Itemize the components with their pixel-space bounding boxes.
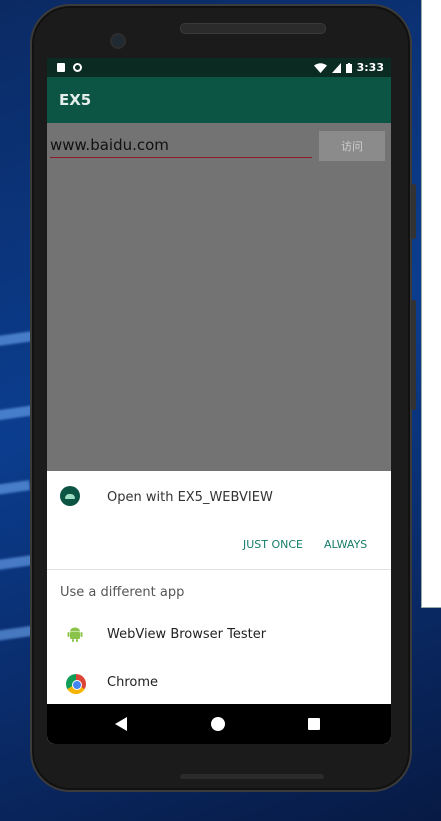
android-app-icon: [60, 486, 80, 506]
app-option-label: Chrome: [107, 675, 158, 690]
status-time: 3:33: [356, 61, 384, 74]
sd-card-icon: [57, 63, 65, 72]
recent-apps-icon[interactable]: [308, 718, 320, 730]
phone-screen: 3:33 EX5 访问 Open with EX5_WEBVIEW JUST O…: [47, 58, 391, 744]
chrome-icon: [66, 674, 86, 694]
home-icon[interactable]: [211, 717, 225, 731]
battery-icon: [345, 62, 352, 73]
always-button[interactable]: ALWAYS: [324, 538, 367, 551]
different-app-label: Use a different app: [60, 584, 185, 600]
emulator-side-panel: [421, 0, 441, 608]
just-once-button[interactable]: JUST ONCE: [243, 538, 303, 551]
bottom-speaker: [180, 774, 324, 779]
power-button[interactable]: [411, 184, 416, 239]
earpiece-speaker: [180, 23, 326, 34]
app-option-chrome[interactable]: Chrome: [47, 662, 391, 710]
url-row: 访问: [47, 131, 391, 163]
wallpaper-streak: [0, 480, 31, 500]
app-option-label: WebView Browser Tester: [107, 627, 267, 642]
navigation-bar: [47, 704, 391, 744]
status-bar: 3:33: [47, 58, 391, 77]
front-camera: [110, 33, 126, 49]
app-option-webview-browser-tester[interactable]: WebView Browser Tester: [47, 614, 391, 662]
url-input[interactable]: [50, 133, 312, 158]
chooser-header: Open with EX5_WEBVIEW: [47, 471, 391, 526]
back-icon[interactable]: [115, 717, 127, 731]
wifi-icon: [313, 62, 327, 73]
chooser-actions: JUST ONCE ALWAYS: [47, 526, 391, 569]
app-bar: EX5: [47, 77, 391, 123]
android-robot-icon: [67, 627, 83, 642]
signal-icon: [331, 62, 341, 73]
volume-button[interactable]: [411, 300, 416, 410]
notification-dot-icon: [73, 63, 82, 72]
app-title: EX5: [59, 91, 92, 109]
chooser-title: Open with EX5_WEBVIEW: [107, 490, 273, 505]
visit-button[interactable]: 访问: [319, 131, 385, 161]
